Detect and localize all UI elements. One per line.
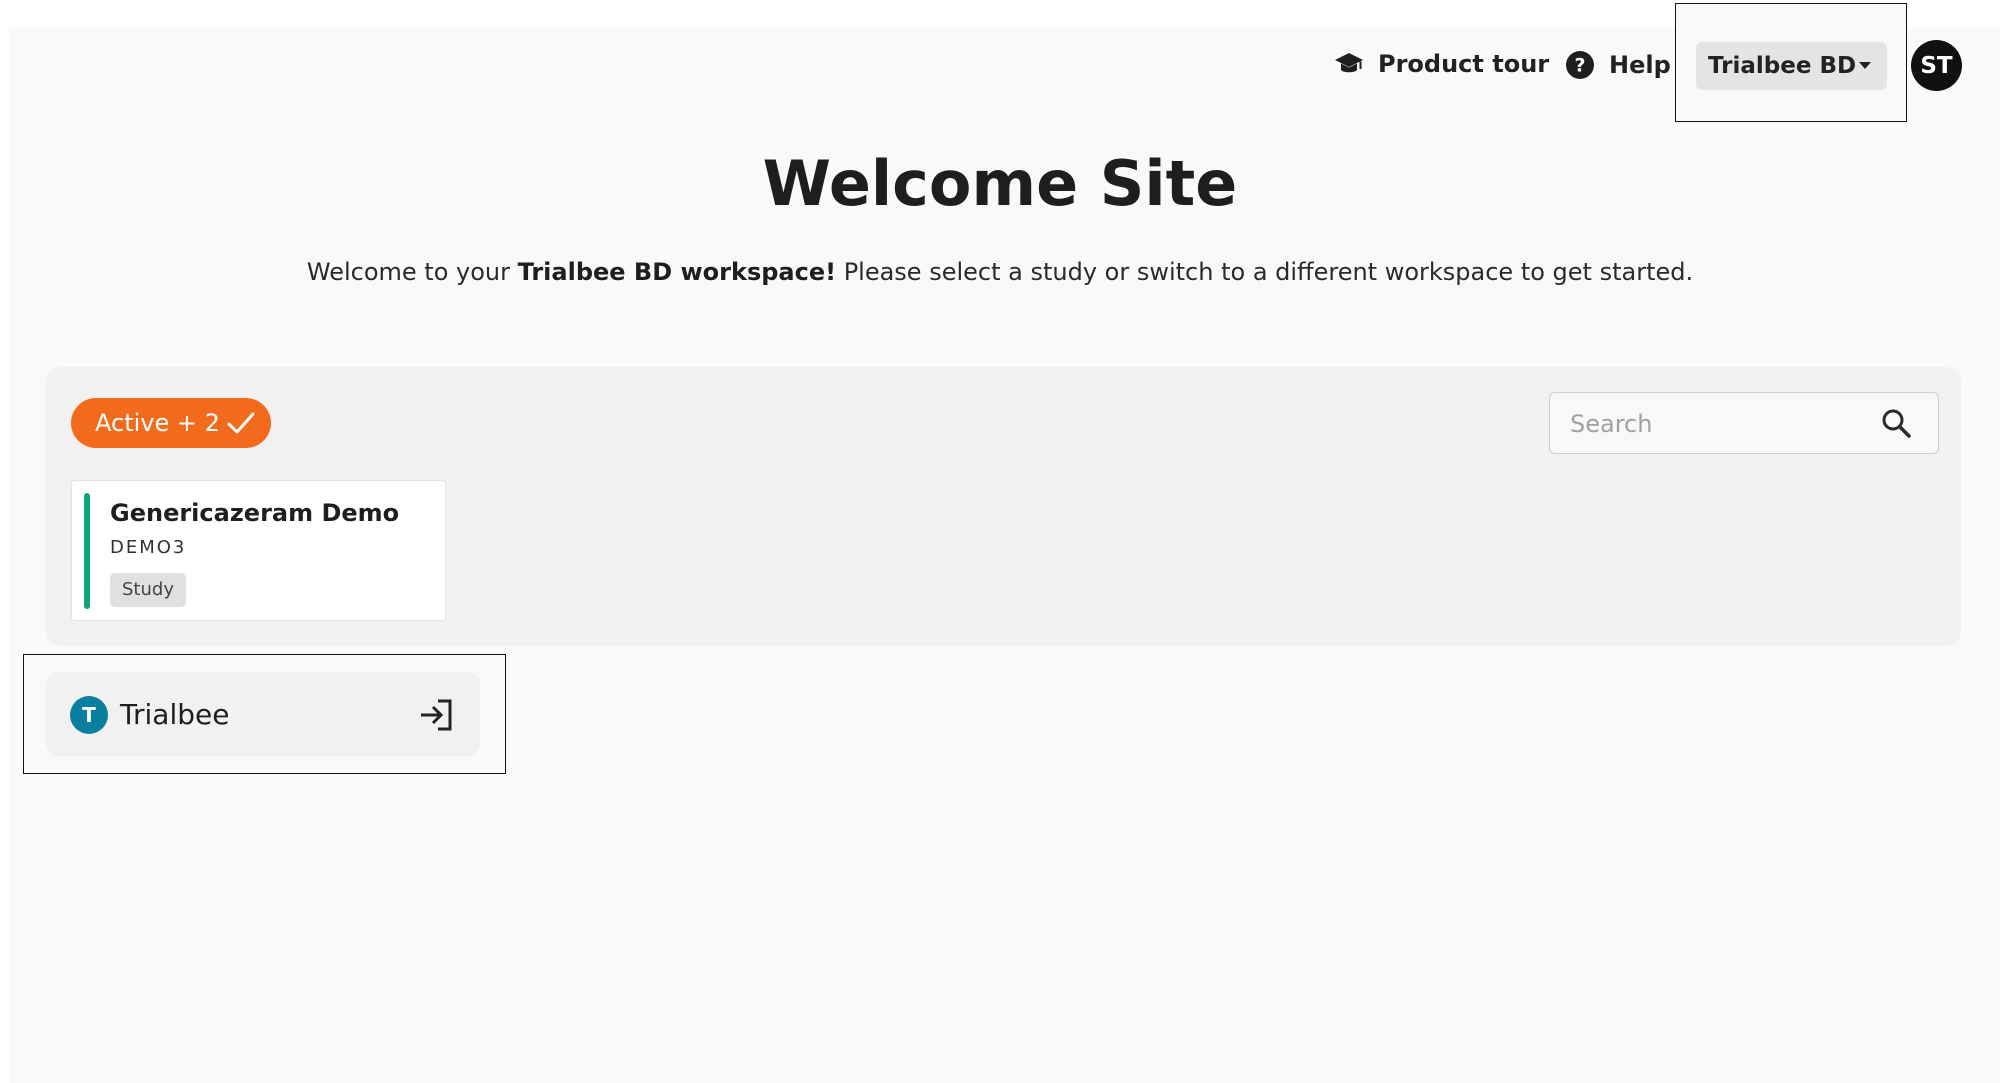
graduation-cap-icon [1334,51,1364,77]
status-filter-chip[interactable]: Active + 2 [71,398,271,448]
status-filter-label: Active + 2 [95,409,220,437]
product-tour-button[interactable]: Product tour [1334,50,1549,78]
welcome-message-workspace: Trialbee BD workspace! [517,258,837,286]
study-code: DEMO3 [110,537,187,558]
study-card[interactable]: Genericazeram Demo DEMO3 Study [71,480,446,621]
user-avatar[interactable]: ST [1911,40,1962,91]
page-title: Welcome Site [762,147,1238,220]
product-tour-label: Product tour [1378,50,1550,78]
welcome-message-suffix: Please select a study or switch to a dif… [836,258,1694,286]
study-type-badge: Study [110,573,186,607]
help-circle-icon: ? [1565,50,1595,80]
search-box [1549,392,1939,454]
workspace-switch-card[interactable]: T Trialbee [46,672,480,756]
workspace-name: Trialbee [120,698,230,731]
caret-down-icon [1859,62,1871,69]
welcome-message: Welcome to your Trialbee BD workspace! P… [0,258,2000,286]
workspace-select[interactable]: Trialbee BD [1696,42,1887,90]
search-input[interactable] [1568,403,1872,445]
help-label: Help [1609,51,1671,79]
welcome-message-prefix: Welcome to your [306,258,518,286]
study-name: Genericazeram Demo [110,499,400,527]
svg-text:?: ? [1574,55,1585,77]
help-button[interactable]: ? Help [1565,50,1671,80]
study-status-accent [84,493,90,609]
workspace-select-label: Trialbee BD [1708,53,1857,79]
workspace-badge: T [70,696,108,734]
